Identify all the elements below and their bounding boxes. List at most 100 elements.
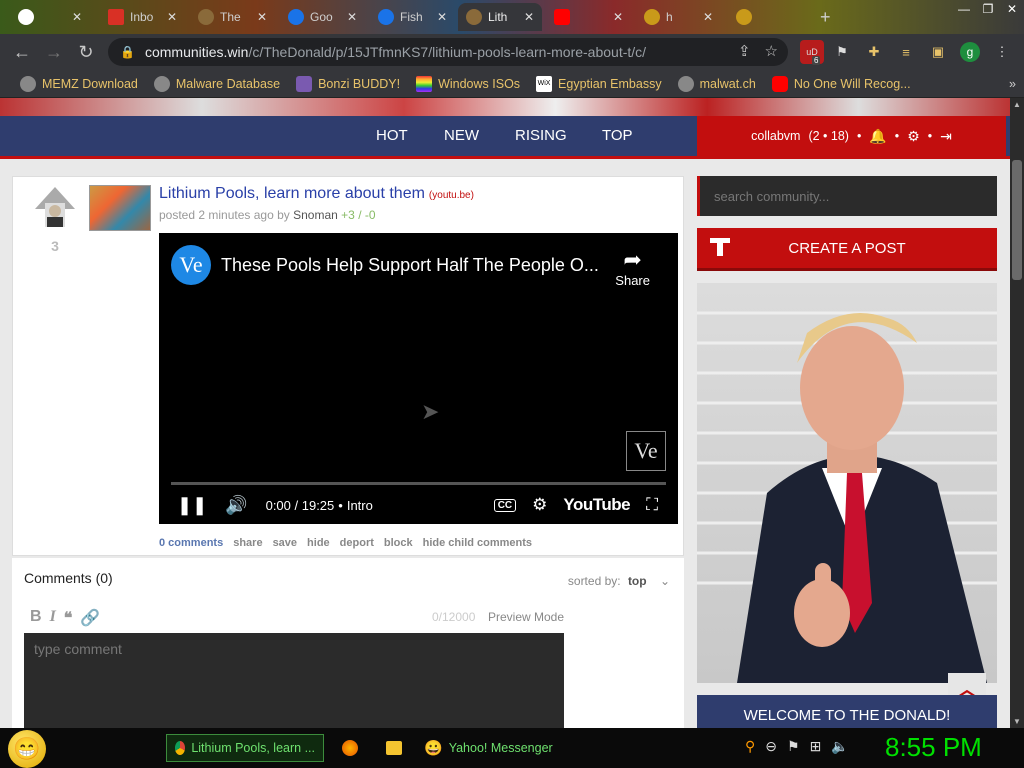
- close-icon[interactable]: ✕: [437, 10, 447, 24]
- nav-top[interactable]: TOP: [602, 127, 633, 144]
- system-tray: ⚲ ⊖ ⚑ ⊞ 🔈: [745, 738, 849, 755]
- deport-link[interactable]: deport: [340, 537, 374, 549]
- video-title[interactable]: These Pools Help Support Half The People…: [221, 255, 599, 276]
- close-icon[interactable]: ✕: [613, 10, 623, 24]
- preview-mode-toggle[interactable]: Preview Mode: [488, 610, 564, 624]
- close-icon[interactable]: ✕: [347, 10, 357, 24]
- puzzle-icon[interactable]: ✚: [862, 40, 886, 64]
- bookmark-no-one-will-recog[interactable]: No One Will Recog...: [764, 75, 919, 92]
- tab-h[interactable]: h ✕: [636, 3, 721, 31]
- flag-tray-icon[interactable]: ⚑: [787, 738, 800, 755]
- username[interactable]: collabvm: [751, 129, 800, 143]
- share-link[interactable]: share: [233, 537, 262, 549]
- back-to-top-icon[interactable]: ︿: [948, 673, 986, 701]
- bookmark-egyptian-embassy[interactable]: WiX Egyptian Embassy: [528, 75, 670, 92]
- post-domain[interactable]: (youtu.be): [429, 190, 474, 201]
- tab-google[interactable]: ✕: [10, 3, 90, 31]
- post-thumbnail[interactable]: [89, 185, 151, 231]
- post-author[interactable]: Snoman: [293, 208, 338, 222]
- bookmark-star-icon[interactable]: ☆: [765, 42, 778, 60]
- reload-icon[interactable]: ↻: [70, 36, 102, 68]
- channel-logo[interactable]: Ve: [171, 245, 211, 285]
- scroll-down-icon[interactable]: ▼: [1010, 717, 1024, 726]
- bookmark-malwatch[interactable]: malwat.ch: [670, 75, 764, 92]
- video-progress-bar[interactable]: [171, 482, 666, 485]
- taskbar-explorer[interactable]: [378, 734, 410, 762]
- app-tray-icon[interactable]: ⊖: [765, 738, 777, 755]
- bookmark-malware-db[interactable]: Malware Database: [146, 75, 288, 92]
- scroll-up-icon[interactable]: ▲: [1010, 100, 1024, 109]
- welcome-banner[interactable]: WELCOME TO THE DONALD!: [697, 695, 997, 728]
- youtube-logo[interactable]: YouTube: [563, 495, 630, 515]
- profile-avatar[interactable]: g: [958, 40, 982, 64]
- menu-kebab-icon[interactable]: ⋮: [990, 40, 1014, 64]
- hide-child-comments-link[interactable]: hide child comments: [423, 537, 532, 549]
- tab-lithium-active[interactable]: Lith ✕: [458, 3, 542, 31]
- volume-tray-icon[interactable]: 🔈: [831, 738, 848, 755]
- bookmark-windows-isos[interactable]: Windows ISOs: [408, 75, 528, 92]
- close-icon[interactable]: ✕: [257, 10, 267, 24]
- video-share-button[interactable]: ➦ Share: [615, 247, 650, 288]
- close-icon[interactable]: ✕: [72, 10, 82, 24]
- bookmark-bonzi[interactable]: Bonzi BUDDY!: [288, 75, 408, 92]
- media-icon[interactable]: ≡: [894, 40, 918, 64]
- taskbar-chrome-window[interactable]: Lithium Pools, learn ...: [166, 734, 324, 762]
- bell-icon[interactable]: 🔔: [869, 128, 886, 145]
- taskbar-clock[interactable]: 8:55 PM: [885, 732, 982, 763]
- taskbar-yahoo-messenger[interactable]: 😀 Yahoo! Messenger: [416, 734, 576, 762]
- tab-goo[interactable]: Goo ✕: [280, 3, 365, 31]
- comments-link[interactable]: 0 comments: [159, 537, 223, 549]
- tab-inbox[interactable]: Inbo ✕: [100, 3, 185, 31]
- maximize-icon[interactable]: ❐: [976, 0, 1000, 20]
- close-window-icon[interactable]: ✕: [1000, 0, 1024, 20]
- captions-icon[interactable]: CC: [493, 498, 517, 512]
- upvote-avatar-icon[interactable]: [33, 185, 77, 229]
- tab-dollar[interactable]: [728, 3, 768, 31]
- close-icon[interactable]: ✕: [703, 10, 713, 24]
- tab-youtube[interactable]: ✕: [546, 3, 631, 31]
- sidepanel-icon[interactable]: ▣: [926, 40, 950, 64]
- minimize-icon[interactable]: —: [952, 0, 976, 20]
- address-bar[interactable]: 🔒 communities.win/c/TheDonald/p/15JTfmnK…: [108, 38, 788, 66]
- tab-the[interactable]: The ✕: [190, 3, 275, 31]
- gear-icon[interactable]: ⚙: [907, 128, 920, 145]
- nav-new[interactable]: NEW: [444, 127, 479, 144]
- create-post-button[interactable]: CREATE A POST: [697, 228, 997, 268]
- nav-hot[interactable]: HOT: [376, 127, 408, 144]
- volume-icon[interactable]: 🔊: [225, 495, 247, 516]
- start-button-smiley-icon[interactable]: 😁: [8, 730, 46, 768]
- community-search-input[interactable]: [697, 176, 997, 216]
- link-icon[interactable]: 🔗: [80, 608, 100, 628]
- youtube-embed[interactable]: Ve These Pools Help Support Half The Peo…: [159, 233, 678, 524]
- bookmarks-overflow-icon[interactable]: »: [1001, 77, 1024, 91]
- block-link[interactable]: block: [384, 537, 413, 549]
- pause-icon[interactable]: ❚❚: [177, 495, 207, 516]
- bookmark-memz[interactable]: MEMZ Download: [12, 75, 146, 92]
- quote-icon[interactable]: ❝: [64, 608, 73, 628]
- page-scrollbar[interactable]: ▲ ▼: [1010, 98, 1024, 728]
- forward-icon[interactable]: →: [38, 36, 70, 68]
- sort-dropdown[interactable]: sorted by: top ⌄: [568, 574, 670, 588]
- tab-fish[interactable]: Fish ✕: [370, 3, 455, 31]
- bold-icon[interactable]: B: [30, 608, 42, 628]
- flag-extension-icon[interactable]: ⚑: [830, 40, 854, 64]
- hide-link[interactable]: hide: [307, 537, 330, 549]
- scrollbar-thumb[interactable]: [1012, 160, 1022, 280]
- fullscreen-icon[interactable]: ⛶: [646, 495, 658, 515]
- taskbar-firefox[interactable]: [334, 734, 366, 762]
- post-title[interactable]: Lithium Pools, learn more about them: [159, 185, 425, 202]
- settings-gear-icon[interactable]: ⚙: [532, 495, 547, 515]
- close-icon[interactable]: ✕: [167, 10, 177, 24]
- share-page-icon[interactable]: ⇪: [738, 42, 751, 60]
- search-icon[interactable]: ⚲: [745, 738, 755, 755]
- new-tab-button[interactable]: +: [812, 3, 842, 31]
- logout-icon[interactable]: ⇥: [940, 128, 952, 145]
- save-link[interactable]: save: [273, 537, 297, 549]
- italic-icon[interactable]: I: [50, 608, 56, 628]
- back-icon[interactable]: ←: [6, 36, 38, 68]
- network-icon[interactable]: ⊞: [810, 738, 822, 755]
- video-chapter[interactable]: Intro: [347, 498, 373, 513]
- nav-rising[interactable]: RISING: [515, 127, 567, 144]
- comment-textarea[interactable]: [24, 633, 564, 728]
- close-icon[interactable]: ✕: [524, 10, 534, 24]
